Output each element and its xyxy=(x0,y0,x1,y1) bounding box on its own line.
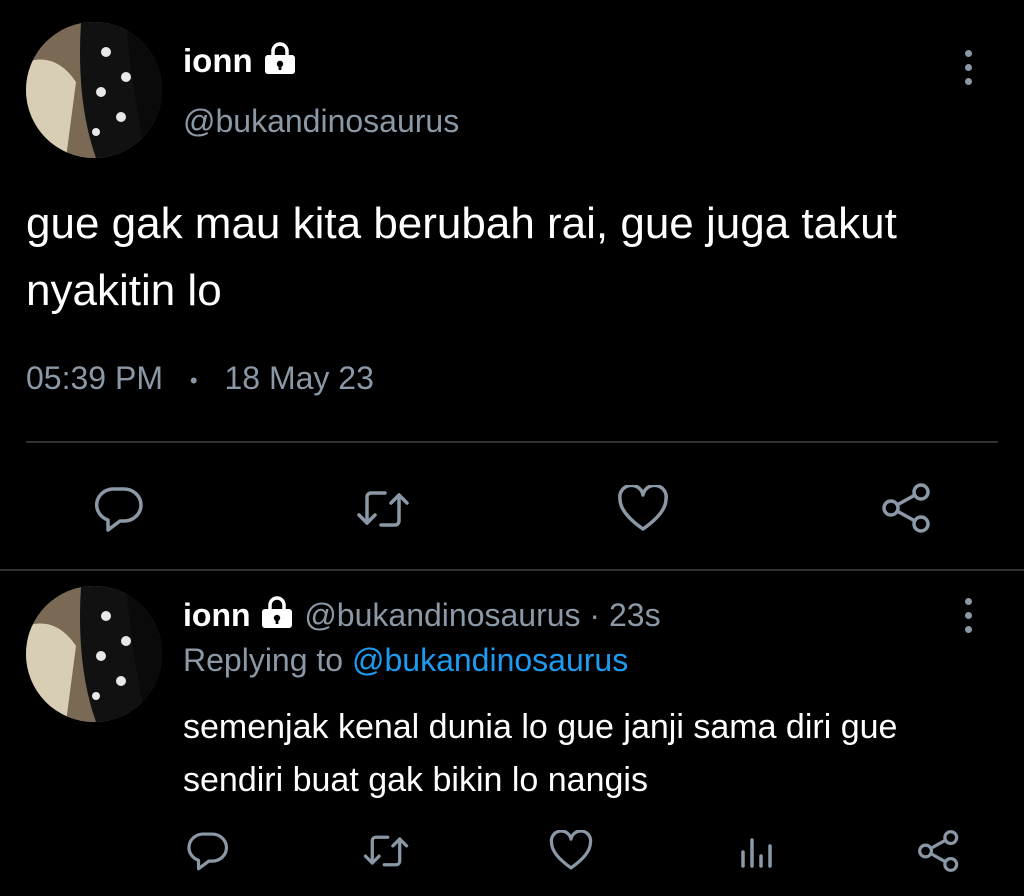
tweet-text-line-2: sendiri buat gak bikin lo nangis xyxy=(183,761,648,799)
share-icon[interactable] xyxy=(881,483,933,533)
display-name[interactable]: ionn xyxy=(183,597,251,633)
replying-to-label: Replying to xyxy=(183,642,352,678)
retweet-icon[interactable] xyxy=(362,830,410,872)
tweet-time[interactable]: 05:39 PM xyxy=(26,360,163,396)
thread-divider xyxy=(0,569,1024,571)
more-icon[interactable] xyxy=(961,50,975,85)
replying-to: Replying to @bukandinosaurus xyxy=(183,640,628,680)
share-icon[interactable] xyxy=(917,830,961,872)
tweet-text: semenjak kenal dunia lo gue janji sama d… xyxy=(183,701,897,807)
tweet-text-line-2: nyakitin lo xyxy=(26,266,222,315)
handle-time[interactable]: @bukandinosaurus · 23s xyxy=(304,597,660,633)
avatar[interactable] xyxy=(26,22,162,158)
separator: • xyxy=(189,367,198,393)
reply-icon[interactable] xyxy=(92,485,144,533)
timestamp: 05:39 PM • 18 May 23 xyxy=(26,358,374,401)
tweet-text: gue gak mau kita berubah rai, gue juga t… xyxy=(26,190,897,324)
like-icon[interactable] xyxy=(617,485,669,533)
replying-to-link[interactable]: @bukandinosaurus xyxy=(352,642,628,678)
avatar[interactable] xyxy=(26,586,162,722)
more-icon[interactable] xyxy=(961,598,975,633)
views-icon[interactable] xyxy=(738,832,774,872)
reply-icon[interactable] xyxy=(185,830,229,872)
display-name[interactable]: ionn xyxy=(183,42,253,79)
tweet-date[interactable]: 18 May 23 xyxy=(224,360,373,396)
lock-icon xyxy=(259,596,295,639)
retweet-icon[interactable] xyxy=(355,485,411,533)
handle[interactable]: @bukandinosaurus xyxy=(183,101,459,141)
tweet-text-line-1: semenjak kenal dunia lo gue janji sama d… xyxy=(183,708,898,746)
like-icon[interactable] xyxy=(549,830,593,872)
tweet-text-line-1: gue gak mau kita berubah rai, gue juga t… xyxy=(26,199,897,248)
lock-icon xyxy=(262,42,298,85)
divider xyxy=(26,441,998,443)
